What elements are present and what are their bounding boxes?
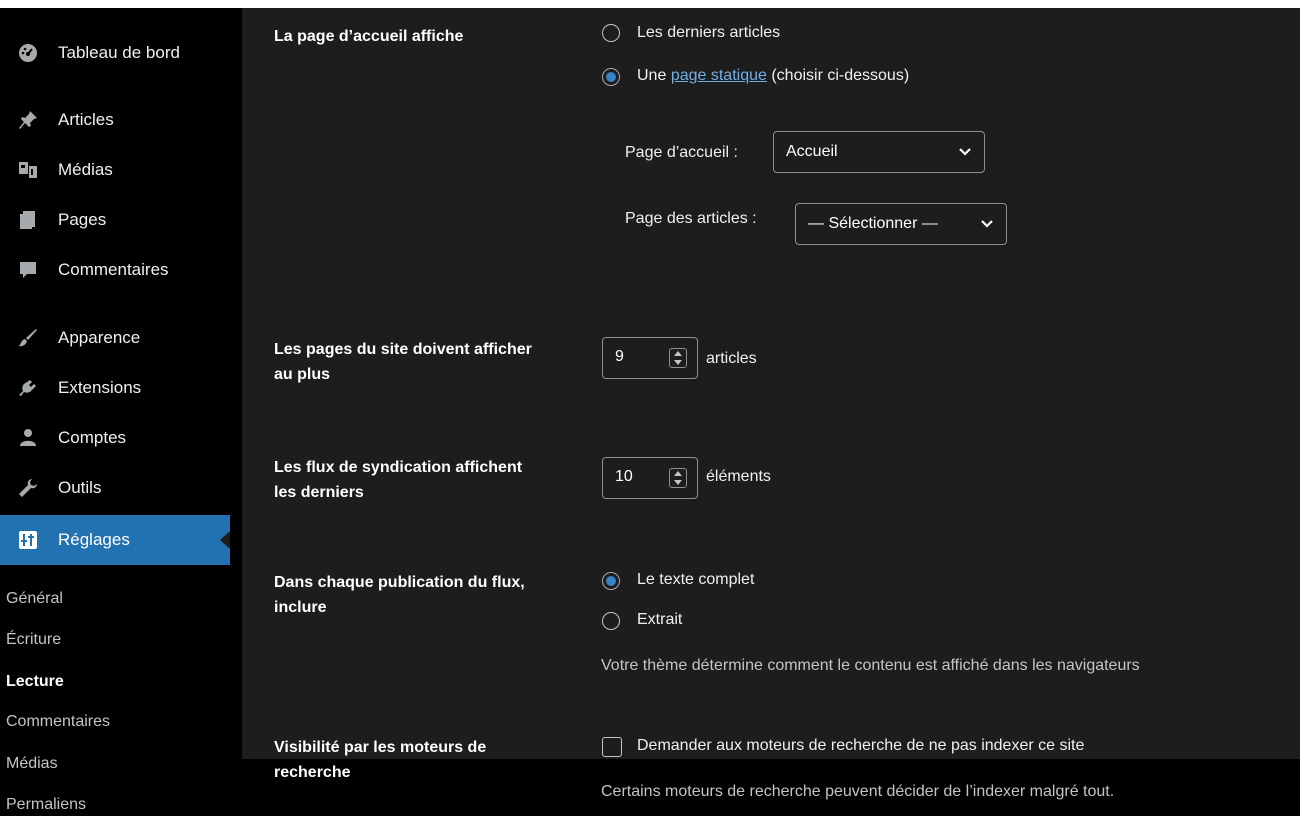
front-page-value: Accueil [786, 143, 838, 160]
sidebar-item-appearance[interactable]: Apparence [0, 317, 242, 359]
homepage-label: La page d’accueil affiche [274, 28, 464, 45]
posts-per-page-suffix: articles [706, 350, 757, 367]
top-strip [0, 0, 1300, 8]
submenu-reading[interactable]: Lecture [6, 673, 64, 691]
radio-latest-posts-label: Les derniers articles [637, 24, 781, 41]
sidebar-item-label: Médias [58, 160, 113, 179]
sidebar-item-articles[interactable]: Articles [0, 99, 242, 141]
sidebar-item-dashboard[interactable]: Tableau de bord [0, 32, 242, 74]
posts-page-value: — Sélectionner — [808, 215, 938, 232]
static-suffix: (choisir ci-dessous) [771, 67, 910, 84]
sidebar-item-label: Pages [58, 210, 107, 229]
submenu-writing[interactable]: Écriture [6, 631, 61, 649]
search-visibility-description: Certains moteurs de recherche peuvent dé… [601, 783, 1115, 800]
radio-static-page[interactable] [602, 68, 620, 86]
chevron-down-icon [980, 217, 994, 236]
sidebar-item-tools[interactable]: Outils [0, 467, 242, 509]
sidebar-item-label: Réglages [58, 530, 130, 549]
posts-per-page-label: Les pages du site doivent afficher au pl… [274, 341, 532, 383]
number-spinner[interactable] [669, 468, 687, 488]
radio-full-text-label: Le texte complet [637, 571, 755, 588]
settings-icon [18, 530, 38, 550]
feed-content-label: Dans chaque publication du flux, inclure [274, 574, 525, 616]
search-visibility-label: Visibilité par les moteurs de recherche [274, 739, 487, 781]
sidebar-item-label: Tableau de bord [58, 43, 180, 62]
posts-page-label: Page des articles : [625, 210, 757, 227]
submenu-medias[interactable]: Médias [6, 755, 58, 773]
number-spinner[interactable] [669, 348, 687, 368]
brush-icon [18, 328, 38, 348]
sidebar-item-label: Outils [58, 478, 102, 497]
sidebar-item-comments[interactable]: Commentaires [0, 249, 242, 291]
comment-icon [18, 260, 38, 280]
page-icon [18, 210, 38, 230]
submenu-permalinks[interactable]: Permaliens [6, 796, 86, 814]
sidebar-item-extensions[interactable]: Extensions [0, 367, 242, 409]
plugin-icon [18, 378, 38, 398]
feed-items-suffix: éléments [706, 468, 771, 485]
posts-per-page-value: 9 [615, 348, 624, 365]
feed-items-input[interactable]: 10 [602, 457, 698, 499]
radio-excerpt-label: Extrait [637, 611, 683, 628]
posts-per-page-input[interactable]: 9 [602, 337, 698, 379]
radio-excerpt[interactable] [602, 612, 620, 630]
sidebar-item-settings[interactable]: Réglages [0, 515, 230, 565]
static-prefix: Une [637, 67, 667, 84]
submenu-general[interactable]: Général [6, 590, 63, 608]
sidebar-item-medias[interactable]: Médias [0, 149, 242, 191]
front-page-label: Page d’accueil : [625, 144, 738, 161]
feed-items-label: Les flux de syndication affichent les de… [274, 459, 523, 501]
sidebar-item-pages[interactable]: Pages [0, 199, 242, 241]
sidebar-item-label: Comptes [58, 428, 127, 447]
noindex-checkbox[interactable] [602, 737, 622, 757]
chevron-down-icon [958, 145, 972, 164]
radio-latest-posts[interactable] [602, 24, 620, 42]
feed-items-value: 10 [615, 468, 633, 485]
static-page-link[interactable]: page statique [671, 67, 767, 84]
pin-icon [18, 110, 38, 130]
posts-page-select[interactable]: — Sélectionner — [795, 203, 1007, 245]
media-icon [18, 160, 38, 180]
front-page-select[interactable]: Accueil [773, 131, 985, 173]
radio-full-text[interactable] [602, 572, 620, 590]
sidebar-item-label: Articles [58, 110, 114, 129]
user-icon [18, 428, 38, 448]
noindex-checkbox-label: Demander aux moteurs de recherche de ne … [637, 737, 1085, 754]
submenu-comments[interactable]: Commentaires [6, 713, 110, 731]
sidebar-item-accounts[interactable]: Comptes [0, 417, 242, 459]
radio-static-page-label: Une page statique (choisir ci-dessous) [637, 67, 909, 85]
sidebar-item-label: Extensions [58, 378, 142, 397]
sidebar-item-label: Commentaires [58, 260, 169, 279]
wrench-icon [18, 478, 38, 498]
sidebar-item-label: Apparence [58, 328, 141, 347]
feed-content-description: Votre thème détermine comment le contenu… [601, 657, 1140, 674]
dashboard-icon [18, 43, 38, 63]
